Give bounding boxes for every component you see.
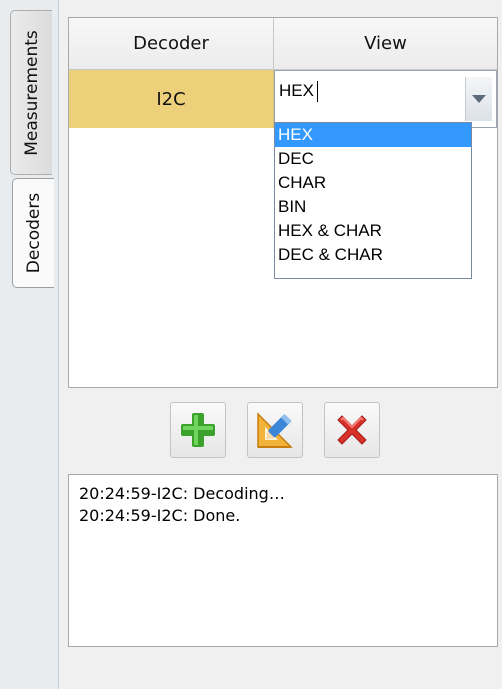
text-cursor (317, 81, 318, 102)
tab-decoders[interactable]: Decoders (12, 178, 54, 288)
tab-measurements-label: Measurements (21, 29, 42, 156)
chevron-down-icon (472, 95, 486, 103)
view-select-dropdown-button[interactable] (465, 77, 492, 121)
table-row-decoder-cell[interactable]: I2C (69, 70, 274, 128)
delete-icon (337, 415, 367, 445)
decoder-log[interactable]: 20:24:59-I2C: Decoding… 20:24:59-I2C: Do… (68, 474, 498, 647)
delete-decoder-button[interactable] (324, 402, 380, 458)
edit-decoder-button[interactable] (247, 402, 303, 458)
dropdown-option-char[interactable]: CHAR (275, 171, 471, 195)
tab-decoders-label: Decoders (23, 192, 44, 274)
view-select[interactable]: HEX (274, 70, 497, 128)
edit-icon (257, 412, 293, 448)
vertical-tab-bar: Measurements Decoders (0, 0, 59, 689)
plus-icon (181, 413, 215, 447)
tab-measurements[interactable]: Measurements (10, 10, 52, 175)
dropdown-option-dec-char[interactable]: DEC & CHAR (275, 243, 471, 267)
column-header-view[interactable]: View (274, 18, 497, 70)
dropdown-option-hex-char[interactable]: HEX & CHAR (275, 219, 471, 243)
view-select-value[interactable]: HEX (279, 81, 314, 101)
view-dropdown-list: HEX DEC CHAR BIN HEX & CHAR DEC & CHAR (274, 122, 472, 279)
log-line: 20:24:59-I2C: Done. (79, 506, 241, 525)
log-line: 20:24:59-I2C: Decoding… (79, 484, 285, 503)
dropdown-option-bin[interactable]: BIN (275, 195, 471, 219)
column-header-decoder[interactable]: Decoder (69, 18, 274, 70)
dropdown-option-hex[interactable]: HEX (275, 123, 471, 147)
add-decoder-button[interactable] (170, 402, 226, 458)
dropdown-option-dec[interactable]: DEC (275, 147, 471, 171)
